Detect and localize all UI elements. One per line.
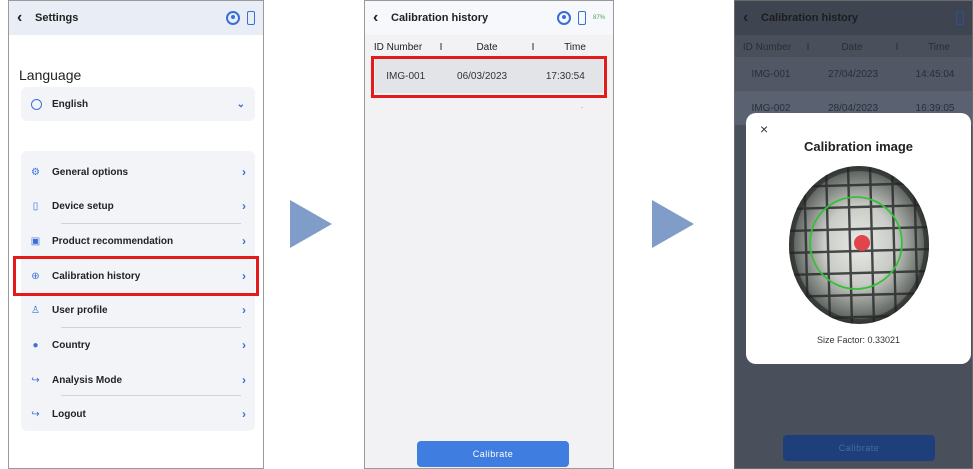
column-header: Time bbox=[928, 42, 950, 53]
back-arrow-icon[interactable]: ‹ bbox=[373, 9, 391, 27]
menu-item-label: Product recommendation bbox=[52, 235, 174, 247]
menu-item-label: Logout bbox=[52, 408, 86, 420]
calibrate-button[interactable]: Calibrate bbox=[783, 435, 935, 461]
row-time: 16:39:05 bbox=[915, 102, 955, 114]
flow-arrow-icon bbox=[290, 200, 332, 248]
row-date: 28/04/2023 bbox=[827, 102, 879, 114]
table-header: ID Number I Date I Time bbox=[365, 42, 613, 56]
gear-icon: ⚙ bbox=[31, 166, 40, 178]
device-icon: ▯ bbox=[32, 200, 39, 212]
device-status-icon[interactable] bbox=[956, 11, 964, 25]
battery-percent: 87% bbox=[592, 15, 605, 21]
back-arrow-icon[interactable]: ‹ bbox=[17, 9, 35, 27]
page-title: Calibration history bbox=[761, 12, 859, 24]
chevron-right-icon: › bbox=[242, 338, 246, 352]
menu-item-country[interactable]: ● Country › bbox=[21, 328, 255, 362]
back-arrow-icon[interactable]: ‹ bbox=[743, 9, 761, 27]
highlight-box bbox=[13, 256, 259, 296]
center-marker bbox=[854, 235, 870, 251]
page-title: Calibration history bbox=[391, 12, 489, 24]
menu-item-analysis-mode[interactable]: ↪ Analysis Mode › bbox=[21, 363, 255, 397]
menu-item-label: Device setup bbox=[52, 200, 114, 212]
size-factor-caption: Size Factor: 0.33021 bbox=[816, 335, 901, 345]
globe-filled-icon: ● bbox=[32, 339, 39, 351]
person-icon: ♙ bbox=[31, 304, 40, 316]
highlight-box bbox=[371, 56, 607, 98]
flow-arrow-icon bbox=[652, 200, 694, 248]
chevron-right-icon: › bbox=[242, 303, 246, 317]
settings-header: ‹ Settings bbox=[9, 1, 263, 35]
table-row[interactable]: IMG-001 27/04/2023 14:45:04 bbox=[735, 57, 972, 91]
menu-item-label: User profile bbox=[52, 304, 108, 316]
calibration-image-modal: × Calibration image Size Factor: 0.33021 bbox=[746, 113, 971, 364]
menu-item-user-profile[interactable]: ♙ User profile › bbox=[21, 293, 255, 327]
column-header: ID Number bbox=[373, 42, 423, 53]
column-header: Date bbox=[841, 42, 863, 53]
user-avatar-icon[interactable] bbox=[556, 11, 571, 25]
language-label: Language bbox=[19, 67, 82, 83]
chevron-right-icon: › bbox=[242, 234, 246, 248]
chevron-down-icon: ⌄ bbox=[236, 98, 245, 110]
page-title: Settings bbox=[35, 12, 79, 24]
chevron-right-icon: › bbox=[242, 199, 246, 213]
language-select[interactable]: English ⌄ bbox=[21, 87, 255, 121]
device-status-icon[interactable] bbox=[247, 11, 255, 25]
chevron-right-icon: › bbox=[242, 373, 246, 387]
settings-screen: ‹ Settings Language English ⌄ ⚙ General … bbox=[8, 0, 264, 469]
chevron-right-icon: › bbox=[242, 165, 246, 179]
device-status-icon[interactable] bbox=[577, 11, 586, 25]
divider bbox=[61, 395, 241, 396]
user-avatar-icon[interactable] bbox=[226, 11, 240, 25]
stray-mark: . bbox=[581, 101, 584, 110]
column-header: Date bbox=[476, 42, 498, 53]
chevron-right-icon: › bbox=[242, 407, 246, 421]
modal-title: Calibration image bbox=[803, 139, 914, 154]
menu-item-label: General options bbox=[52, 166, 129, 178]
row-id: IMG-001 bbox=[751, 68, 791, 80]
calibration-history-screen: ‹ Calibration history 87% ID Number I Da… bbox=[364, 0, 614, 469]
column-separator: I bbox=[531, 42, 535, 53]
column-header: ID Number bbox=[742, 42, 792, 53]
globe-icon bbox=[31, 98, 42, 110]
row-id: IMG-002 bbox=[751, 102, 791, 114]
menu-item-product-recommendation[interactable]: ▣ Product recommendation › bbox=[21, 224, 255, 258]
language-value: English bbox=[52, 98, 89, 110]
detail-header: ‹ Calibration history bbox=[735, 1, 972, 35]
calibration-image bbox=[789, 166, 929, 324]
stage: ‹ Settings Language English ⌄ ⚙ General … bbox=[0, 0, 973, 469]
logout-icon: ↪ bbox=[31, 408, 40, 420]
column-header: Time bbox=[564, 42, 586, 53]
column-separator: I bbox=[439, 42, 443, 53]
history-header: ‹ Calibration history 87% bbox=[365, 1, 613, 35]
image-icon: ▣ bbox=[30, 235, 41, 247]
menu-item-label: Country bbox=[52, 339, 91, 351]
calibrate-button[interactable]: Calibrate bbox=[417, 441, 569, 467]
row-time: 14:45:04 bbox=[915, 68, 955, 80]
calibration-detail-screen: ‹ Calibration history ID Number I Date I… bbox=[734, 0, 973, 469]
column-separator: I bbox=[895, 42, 899, 53]
close-icon[interactable]: × bbox=[760, 121, 768, 137]
row-date: 27/04/2023 bbox=[827, 68, 879, 80]
menu-item-device-setup[interactable]: ▯ Device setup › bbox=[21, 189, 255, 223]
menu-item-general-options[interactable]: ⚙ General options › bbox=[21, 155, 255, 189]
column-separator: I bbox=[806, 42, 810, 53]
exit-icon: ↪ bbox=[31, 374, 40, 386]
menu-item-label: Analysis Mode bbox=[52, 374, 123, 386]
menu-item-logout[interactable]: ↪ Logout › bbox=[21, 397, 255, 431]
table-header: ID Number I Date I Time bbox=[735, 42, 972, 56]
